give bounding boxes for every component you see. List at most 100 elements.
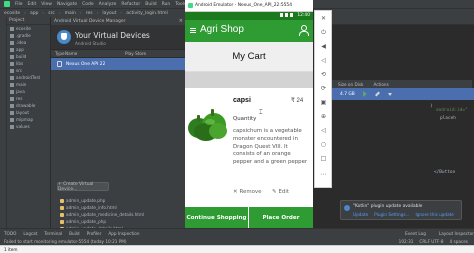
cart-item-card: capsi ₹ 24 ⌶ Quantity capsichum is a veg… <box>185 88 313 207</box>
menu-code[interactable]: Code <box>82 2 94 7</box>
remove-button[interactable]: ✕ Remove <box>233 189 261 195</box>
play-icon[interactable] <box>362 91 367 97</box>
breadcrumb: ecosite › app › src › main › res › layout › ac… <box>0 8 185 17</box>
tree-item[interactable]: layout <box>7 109 50 116</box>
pencil-icon[interactable] <box>374 91 380 97</box>
breadcrumb-item[interactable]: layout <box>102 11 116 16</box>
create-virtual-device-button[interactable]: + Create Virtual Device... <box>57 182 109 192</box>
close-icon[interactable]: ✕ <box>320 15 327 22</box>
project-panel-title[interactable]: Project <box>7 17 50 25</box>
close-icon: ✕ <box>233 189 238 195</box>
tool-app-inspection[interactable]: App Inspection <box>108 231 139 236</box>
tool-profiler[interactable]: Profiler <box>87 231 102 236</box>
tool-logcat[interactable]: Logcat <box>23 231 37 236</box>
volume-down-icon[interactable]: ◁ <box>320 57 327 64</box>
emulator-icon <box>188 3 193 8</box>
tree-item[interactable]: libs <box>7 60 50 67</box>
camera-icon[interactable]: ▣ <box>320 99 327 106</box>
menu-analyze[interactable]: Analyze <box>99 2 117 7</box>
emulator-title-bar: Android Emulator - Nexus_One_API_22:5554 <box>185 0 313 12</box>
app-bar: Agri Shop <box>185 20 313 42</box>
cursor-icon: ⌶ <box>259 109 263 116</box>
tool-build[interactable]: Build <box>69 231 80 236</box>
tree-item[interactable]: androidTest <box>7 74 50 81</box>
zoom-icon[interactable]: ⊕ <box>320 113 327 120</box>
menu-file[interactable]: File <box>15 2 23 7</box>
file-encoding[interactable]: CRLF UTF-8 <box>419 239 443 244</box>
rotate-right-icon[interactable]: ⟳ <box>320 85 327 92</box>
device-row-actions[interactable]: 4.7 GB <box>332 88 474 100</box>
menu-view[interactable]: View <box>41 2 52 7</box>
menu-run[interactable]: Run <box>162 2 171 7</box>
folder-icon <box>10 61 14 66</box>
folder-icon <box>10 75 14 80</box>
overview-icon[interactable]: □ <box>320 155 327 162</box>
ignore-update-link[interactable]: Ignore this update <box>416 212 454 217</box>
column-size-on-disk[interactable]: Size on Disk <box>338 82 363 87</box>
list-item[interactable]: admin_update.php <box>57 197 187 204</box>
volume-up-icon[interactable]: ◀ <box>320 43 327 50</box>
tree-item[interactable]: .gradle <box>7 32 50 39</box>
tool-todo[interactable]: TODO <box>4 231 16 236</box>
breadcrumb-item[interactable]: app <box>30 11 38 16</box>
tool-layout-inspector[interactable]: Layout Inspector <box>439 231 474 236</box>
edit-button[interactable]: ✎ Edit <box>272 189 289 195</box>
tree-item[interactable]: ecosite <box>7 25 50 32</box>
breadcrumb-item[interactable]: src <box>48 11 55 16</box>
page-title: My Cart <box>232 51 266 62</box>
menu-navigate[interactable]: Navigate <box>57 2 77 7</box>
menu-refactor[interactable]: Refactor <box>121 2 140 7</box>
menu-build[interactable]: Build <box>145 2 156 7</box>
device-name: Nexus One API 22 <box>66 61 106 67</box>
tree-item[interactable]: java <box>7 88 50 95</box>
tree-item[interactable]: build <box>7 53 50 60</box>
editor-tabs <box>332 17 474 25</box>
tool-event-log[interactable]: Event Log <box>405 231 426 236</box>
tree-item[interactable]: .idea <box>7 39 50 46</box>
plugin-update-notification: "Kotlin" plugin update available Update … <box>340 200 462 220</box>
update-link[interactable]: Update <box>353 212 368 217</box>
folder-icon <box>10 33 14 38</box>
chevron-down-icon[interactable] <box>387 92 392 96</box>
column-type[interactable]: Type <box>51 51 65 56</box>
folder-icon <box>10 117 14 122</box>
tree-item[interactable]: res <box>7 95 50 102</box>
column-actions[interactable]: Actions <box>373 82 388 87</box>
device-row[interactable]: Nexus One API 22 <box>51 58 186 70</box>
tree-item[interactable]: app <box>7 46 50 53</box>
battery-icon <box>290 13 293 17</box>
back-icon[interactable]: ◁ <box>320 127 327 134</box>
user-icon[interactable] <box>299 25 309 36</box>
tool-terminal[interactable]: Terminal <box>44 231 62 236</box>
column-name[interactable]: Name <box>65 51 125 56</box>
power-icon[interactable]: ⏻ <box>320 29 327 36</box>
indent-setting[interactable]: 4 spaces <box>450 239 468 244</box>
column-play-store[interactable]: Play Store <box>125 51 146 56</box>
hamburger-menu-icon[interactable] <box>190 28 196 33</box>
android-studio-logo-icon <box>57 30 71 44</box>
plugin-settings-link[interactable]: Plugin Settings... <box>374 212 409 217</box>
close-icon[interactable]: × <box>179 18 183 24</box>
home-icon[interactable]: ○ <box>320 141 327 148</box>
continue-shopping-button[interactable]: Continue Shopping <box>185 207 249 228</box>
breadcrumb-item[interactable]: ecosite <box>4 11 20 16</box>
more-icon[interactable]: ⋯ <box>320 171 327 178</box>
breadcrumb-item[interactable]: main <box>65 11 76 16</box>
rotate-left-icon[interactable]: ⟲ <box>320 71 327 78</box>
remove-label: Remove <box>239 189 262 195</box>
list-item[interactable]: admin_update_php <box>57 218 187 225</box>
breadcrumb-item[interactable]: activity_login.html <box>126 11 167 16</box>
tree-item[interactable]: mipmap <box>7 116 50 123</box>
list-item[interactable]: admin_update_medicine_details.html <box>57 211 187 218</box>
list-item[interactable]: admin_update_info.html <box>57 204 187 211</box>
tree-item[interactable]: src <box>7 67 50 74</box>
tree-item[interactable]: main <box>7 81 50 88</box>
menu-edit[interactable]: Edit <box>28 2 37 7</box>
breadcrumb-item[interactable]: res <box>86 11 93 16</box>
place-order-button[interactable]: Place Order <box>249 207 313 228</box>
cursor-position[interactable]: 102:31 <box>399 239 414 244</box>
device-size: 4.7 GB <box>340 91 355 97</box>
tree-item[interactable]: values <box>7 123 50 130</box>
avd-header: Your Virtual Devices Android Studio <box>51 25 186 50</box>
tree-item[interactable]: drawable <box>7 102 50 109</box>
